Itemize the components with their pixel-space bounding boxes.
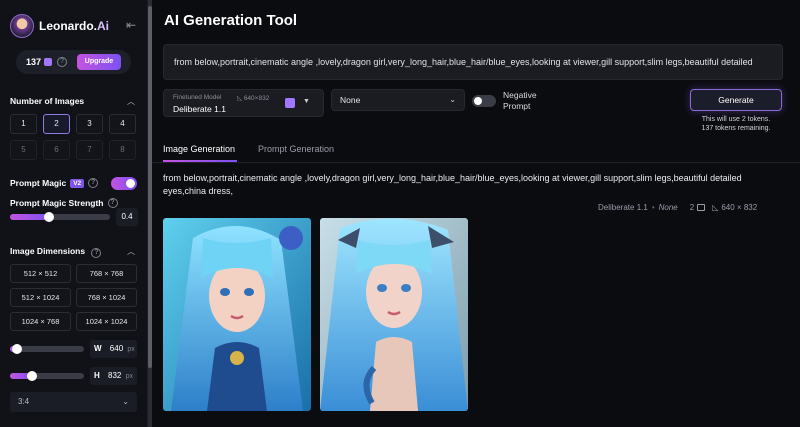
number-of-images-title: Number of Images [10,96,85,106]
image-count-option[interactable]: 5 [10,140,37,160]
width-input[interactable]: W 640 px [90,340,137,358]
prompt-magic-strength-value[interactable]: 0.4 [116,208,138,226]
width-label: W [94,344,102,353]
negative-prompt-toggle[interactable] [472,95,496,107]
prompt-magic-row: Prompt Magic V2 ? [10,178,99,188]
image-count-option[interactable]: 8 [109,140,136,160]
negative-prompt-label: Negative Prompt [503,90,537,111]
tab-prompt-generation[interactable]: Prompt Generation [258,144,334,154]
image-count-option[interactable]: 1 [10,114,37,134]
result-style: None [658,203,678,212]
style-value: None [340,95,361,105]
number-of-images-grid: 1234 5678 [10,114,137,160]
brand-suffix: Ai [97,19,110,33]
dimension-preset-button[interactable]: 512 × 1024 [10,288,71,307]
slider-handle[interactable] [44,212,54,222]
chevron-up-icon[interactable]: ︿ [127,96,135,107]
dimension-preset-button[interactable]: 1024 × 768 [10,312,71,331]
image-count-option[interactable]: 7 [76,140,103,160]
prompt-magic-toggle[interactable] [111,177,137,190]
token-balance: 137 ? Upgrade [16,50,131,74]
aspect-ratio-value: 3:4 [18,397,30,406]
style-select[interactable]: None ⌄ [331,89,465,111]
upgrade-button[interactable]: Upgrade [77,54,121,70]
model-label: Finetuned Model [173,94,222,101]
prompt-magic-label: Prompt Magic [10,178,67,188]
page-title: AI Generation Tool [164,12,298,29]
brand-row: Leonardo.Ai ⇤ [10,14,138,38]
help-icon[interactable]: ? [91,248,102,258]
height-slider[interactable] [10,371,84,381]
slider-handle[interactable] [27,371,37,381]
generated-image-1[interactable] [163,218,311,411]
generated-image-2[interactable] [320,218,468,411]
chevron-down-icon: ▼ [303,98,310,105]
result-model: Deliberate 1.1 [598,203,648,212]
height-label: H [94,371,100,380]
model-name: Deliberate 1.1 [173,104,226,114]
token-usage-note: This will use 2 tokens. 137 tokens remai… [668,115,800,133]
width-value: 640 [109,344,124,353]
image-count-option[interactable]: 6 [43,140,70,160]
prompt-input[interactable]: from below,portrait,cinematic angle ,lov… [163,44,783,80]
brand-logo[interactable]: Leonardo.Ai [39,19,109,33]
image-icon [697,204,706,211]
model-select[interactable]: Finetuned Model ◺ 640×832 Deliberate 1.1… [163,89,324,117]
prompt-magic-strength-slider[interactable] [10,212,110,222]
tab-image-generation[interactable]: Image Generation [163,144,235,154]
result-meta: Deliberate 1.1 • None 2 ◺ 640 × 832 [598,203,757,212]
scrollbar-thumb[interactable] [148,6,152,368]
brand-name: Leonardo. [39,19,98,33]
chevron-down-icon: ⌄ [122,397,129,406]
result-count: 2 [689,203,695,212]
collapse-sidebar-icon[interactable]: ⇤ [124,18,138,32]
sidebar: Leonardo.Ai ⇤ 137 ? Upgrade Number of Im… [0,0,148,427]
tab-divider [152,162,800,163]
token-usage-line: This will use 2 tokens. [701,116,771,123]
brand-avatar [10,14,34,38]
help-icon[interactable]: ? [88,178,99,188]
height-unit: px [125,373,134,380]
dimension-preset-button[interactable]: 1024 × 1024 [76,312,137,331]
generate-button[interactable]: Generate [690,89,782,111]
dimension-preset-button[interactable]: 768 × 1024 [76,288,137,307]
image-dimensions-label: Image Dimensions [10,246,86,256]
prompt-magic-strength-row: Prompt Magic Strength ? [10,198,118,208]
image-dimensions-title: Image Dimensions ? [10,246,102,258]
dot-separator: • [651,203,655,212]
image-count-option[interactable]: 3 [76,114,103,134]
slider-handle[interactable] [12,344,22,354]
width-slider[interactable] [10,344,84,354]
toggle-knob [126,179,135,188]
sidebar-scrollbar[interactable] [148,0,152,427]
image-count-option[interactable]: 4 [109,114,136,134]
help-icon[interactable]: ? [57,57,68,67]
tokens-remaining-line: 137 tokens remaining. [701,125,771,132]
model-icon [285,98,295,108]
chevron-down-icon: ⌄ [449,95,456,104]
generated-image-2-art [320,218,468,411]
result-prompt: from below,portrait,cinematic angle ,lov… [163,173,742,196]
aspect-ratio-select[interactable]: 3:4 ⌄ [10,392,137,412]
toggle-knob [474,97,482,105]
help-icon[interactable]: ? [107,198,118,208]
width-unit: px [127,346,135,353]
generated-image-1-art [163,218,311,411]
token-count: 137 [26,57,42,67]
height-input[interactable]: H 832 px [90,367,137,385]
image-dimensions-grid: 512 × 512 768 × 768 512 × 1024 768 × 1024 10… [10,264,138,331]
image-count-option[interactable]: 2 [43,114,70,134]
height-value: 832 [108,371,122,380]
prompt-magic-version-badge[interactable]: V2 [70,178,85,188]
model-resolution: ◺ 640×832 [237,95,270,102]
token-icon [44,58,53,66]
dimension-preset-button[interactable]: 768 × 768 [76,264,137,283]
model-resolution-value: 640×832 [243,95,270,102]
chevron-up-icon[interactable]: ︿ [127,246,135,257]
result-size: 640 × 832 [721,203,758,212]
resolution-icon: ◺ [712,203,719,212]
prompt-magic-strength-label: Prompt Magic Strength [10,198,104,208]
dimension-preset-button[interactable]: 512 × 512 [10,264,71,283]
